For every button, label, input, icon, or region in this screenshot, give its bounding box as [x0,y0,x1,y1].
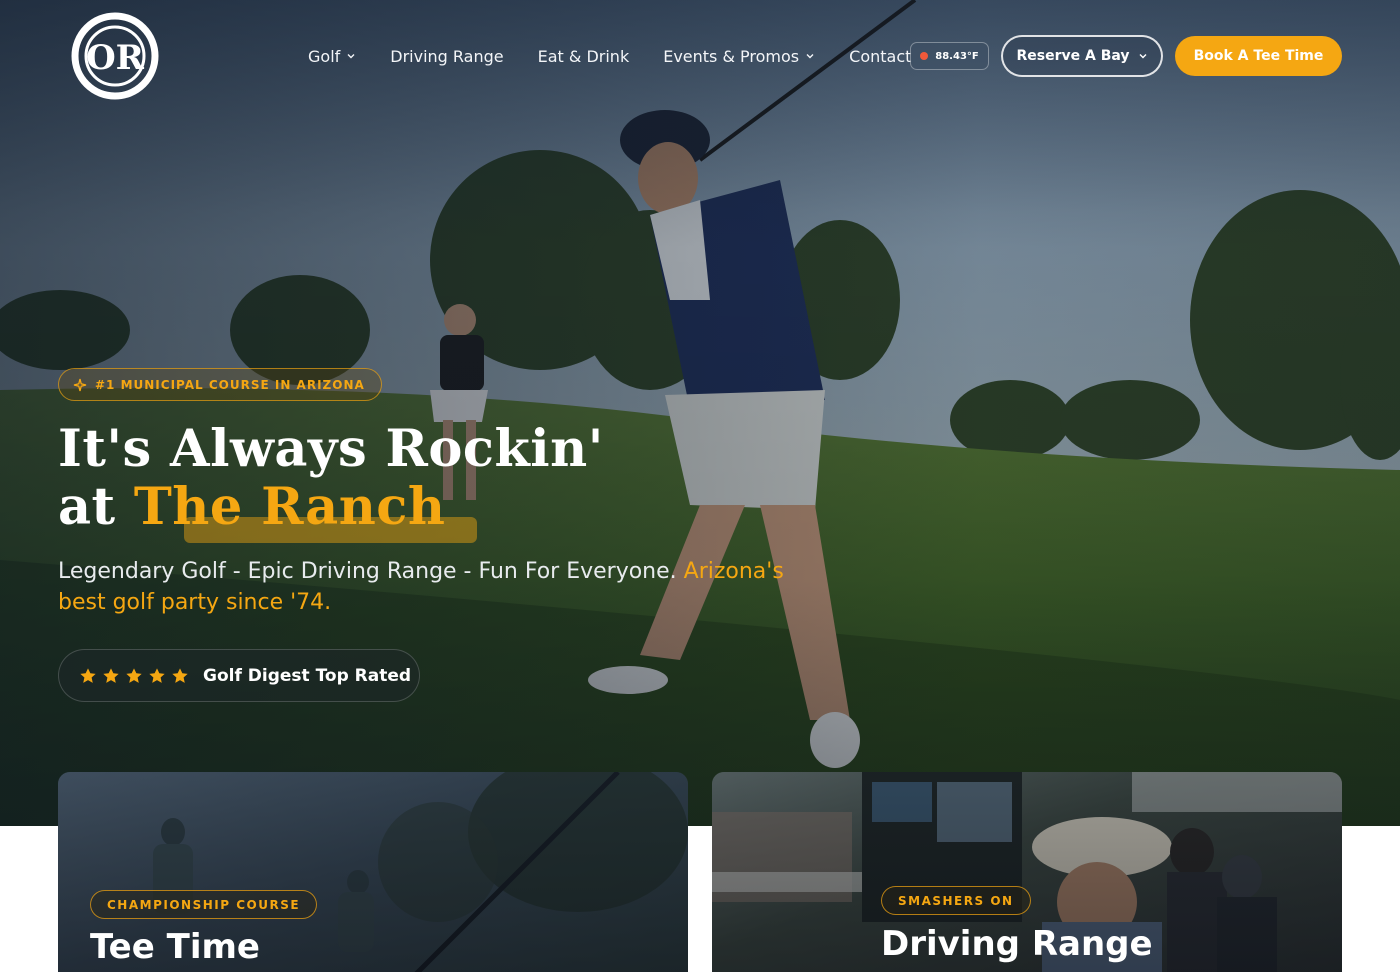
sparkle-icon [73,378,87,391]
star-icon [149,667,165,683]
driving-range-card[interactable]: SMASHERS ON Driving Range [712,772,1342,972]
hero-badge: #1 MUNICIPAL COURSE IN ARIZONA [58,368,382,401]
headline-accent: The Ranch [133,477,446,537]
rating-pill: Golf Digest Top Rated [58,649,420,702]
nav-item-events-promos[interactable]: Events & Promos [663,47,815,66]
card-title: Driving Range [881,924,1153,964]
star-icon [103,667,119,683]
nav-item-label: Golf [308,46,341,66]
star-rating [79,667,189,685]
hero-subtext-main: Legendary Golf - Epic Driving Range - Fu… [58,559,684,584]
rating-label: Golf Digest Top Rated [203,665,412,686]
reserve-bay-button[interactable]: Reserve A Bay [1001,35,1163,77]
main-nav: Golf Driving Range Eat & Drink Events & … [308,36,945,76]
chevron-down-icon [347,54,355,59]
card-tag: CHAMPIONSHIP COURSE [90,890,318,919]
nav-item-eat-drink[interactable]: Eat & Drink [538,47,630,66]
weather-temperature: 88.43°F [935,50,979,62]
book-tee-time-label: Book A Tee Time [1193,48,1324,64]
nav-item-label: Contact [849,46,912,66]
logo[interactable]: OR [60,10,162,100]
star-icon [172,667,188,683]
headline-prefix: at [58,477,134,537]
star-icon [80,667,96,683]
chevron-down-icon [806,54,814,59]
nav-item-label: Driving Range [390,46,504,66]
nav-item-driving-range[interactable]: Driving Range [390,47,503,66]
weather-status-dot [920,52,929,60]
star-icon [126,667,142,683]
nav-item-label: Events & Promos [663,46,800,66]
book-tee-time-button[interactable]: Book A Tee Time [1175,36,1342,76]
reserve-bay-label: Reserve A Bay [1016,48,1130,64]
tee-time-card[interactable]: CHAMPIONSHIP COURSE Tee Time [58,772,688,972]
hero-headline: It's Always Rockin' at The Ranch [58,419,604,543]
chevron-down-icon [1139,54,1147,59]
hero-overlay [0,0,1400,826]
hero-section [0,0,1400,826]
headline-line-2: at The Ranch [58,478,604,536]
hero-badge-text: #1 MUNICIPAL COURSE IN ARIZONA [95,377,365,392]
hero-subtext: Legendary Golf - Epic Driving Range - Fu… [58,556,798,618]
card-tag: SMASHERS ON [881,886,1031,915]
nav-item-contact[interactable]: Contact [849,47,911,66]
weather-widget: 88.43°F [910,42,989,70]
logo-initials: OR [86,38,145,78]
nav-item-golf[interactable]: Golf [308,47,356,66]
headline-line-1: It's Always Rockin' [58,419,604,479]
nav-item-label: Eat & Drink [537,46,630,66]
card-title: Tee Time [90,927,260,967]
